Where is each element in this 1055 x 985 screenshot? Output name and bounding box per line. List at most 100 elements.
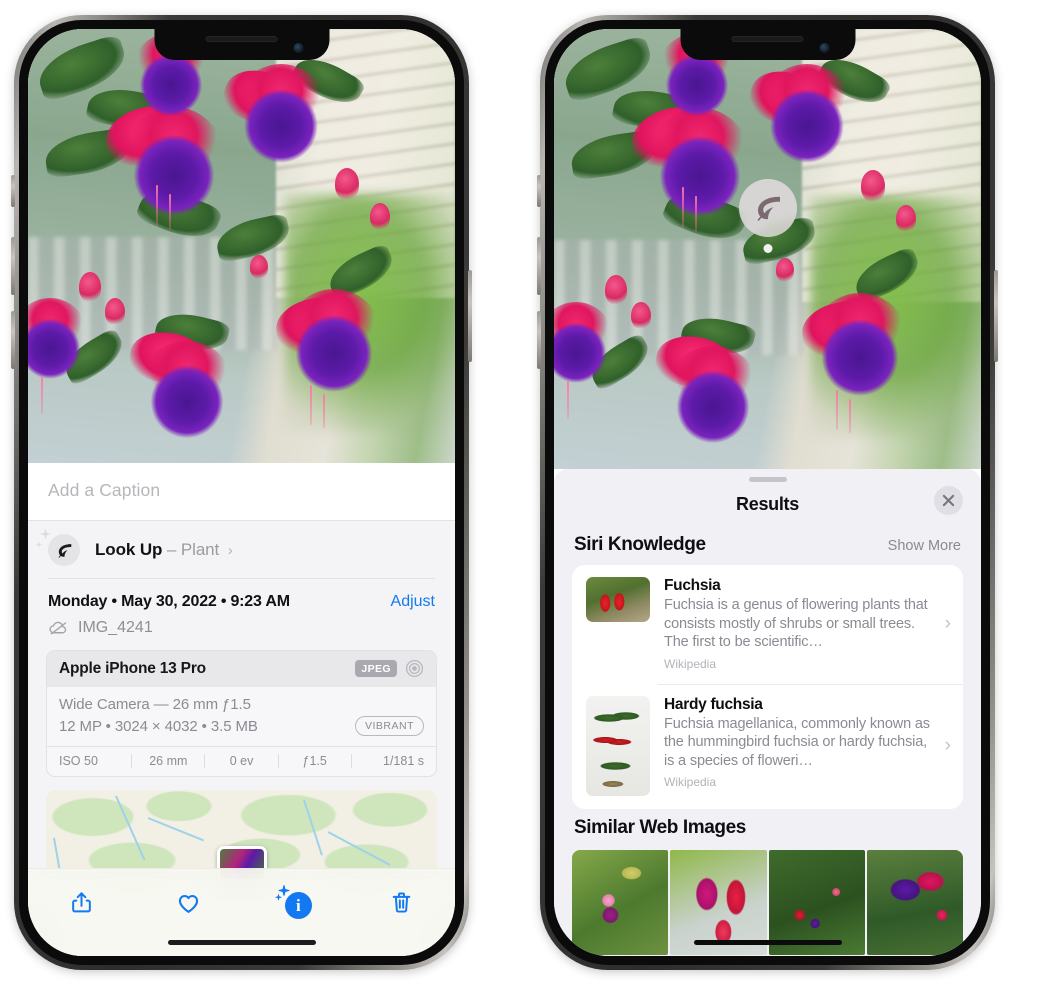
home-indicator-left[interactable] [167,940,316,945]
siri-knowledge-title: Siri Knowledge [574,534,706,555]
similar-web-images-header: Similar Web Images [554,809,981,848]
results-sheet: Results Siri Knowledge Show More Fuchsia… [554,469,981,956]
siri-knowledge-header: Siri Knowledge Show More [554,526,981,565]
exif-row: ISO 50 26 mm 0 ev ƒ1.5 1/181 s [47,746,436,776]
front-camera-icon [293,43,303,53]
knowledge-title: Hardy fuchsia [664,695,763,713]
iphone-left: Add a Caption Look Up – Plant › Monday •… [11,15,472,970]
date-row: Monday • May 30, 2022 • 9:23 AM Adjust [28,579,455,615]
similar-image-3[interactable] [768,849,865,955]
earpiece-speaker [205,36,278,42]
device-name: Apple iPhone 13 Pro [59,659,206,677]
power-button[interactable] [994,270,998,362]
color-profile-badge: VIBRANT [354,716,424,736]
similar-image-1[interactable] [572,849,669,955]
photo-viewer-left[interactable] [28,29,455,463]
favorite-button[interactable] [165,882,211,922]
sparkle-icon [40,528,51,540]
fuchsia-photo-art [28,29,455,463]
exif-focal: 26 mm [131,754,204,768]
sheet-header: Results [554,482,981,526]
iphone-right: Results Siri Knowledge Show More Fuchsia… [537,15,998,970]
hardy-fuchsia-thumbnail [586,695,650,796]
look-up-row[interactable]: Look Up – Plant › [28,521,455,579]
close-button[interactable] [934,486,963,515]
exif-exposure: 0 ev [204,754,277,768]
chevron-right-icon: › [944,612,951,634]
file-name: IMG_4241 [78,618,153,636]
volume-down-button[interactable] [537,311,541,369]
photo-viewer-right[interactable] [554,29,981,469]
lens-info: Wide Camera — 26 mm ƒ1.5 [59,696,251,713]
earpiece-speaker [731,36,804,42]
volume-down-button[interactable] [11,311,15,369]
size-info: 12 MP • 3024 × 4032 • 3.5 MB [59,717,258,735]
knowledge-description: Fuchsia magellanica, commonly known as t… [664,715,930,769]
look-up-separator: – [166,540,177,559]
front-camera-icon [819,43,829,53]
info-button[interactable]: i [272,882,318,922]
info-glyph: i [284,892,312,919]
photo-date: Monday • May 30, 2022 • 9:23 AM [48,593,290,610]
knowledge-source: Wikipedia [664,775,717,789]
power-button[interactable] [468,270,472,362]
file-row: IMG_4241 [28,615,455,650]
look-up-label: Look Up – Plant › [95,540,233,560]
look-up-icon-wrap [35,528,80,566]
location-map[interactable] [46,790,437,880]
silent-switch[interactable] [11,175,15,207]
sparkle-small-icon [35,541,43,548]
screen-right: Results Siri Knowledge Show More Fuchsia… [554,29,981,956]
heart-icon [178,894,198,913]
close-icon [942,494,955,507]
home-indicator-right[interactable] [693,940,842,945]
knowledge-description: Fuchsia is a genus of flowering plants t… [664,597,928,650]
notch-left [154,29,329,60]
aperture-icon [405,659,424,678]
list-item[interactable]: Fuchsia Fuchsia is a genus of flowering … [572,565,963,684]
visual-lookup-leaf-badge[interactable] [738,179,797,237]
similar-web-images-grid [554,849,981,955]
caption-row[interactable]: Add a Caption [28,463,455,521]
leaf-icon [757,196,780,221]
knowledge-source: Wikipedia [664,656,717,671]
similar-web-images-title: Similar Web Images [574,816,746,838]
adjust-button[interactable]: Adjust [391,593,435,611]
phone-bezel-left: Add a Caption Look Up – Plant › Monday •… [19,20,464,965]
look-up-title: Look Up [95,540,163,559]
fuchsia-thumbnail [586,577,650,622]
similar-image-2[interactable] [670,849,767,955]
metadata-body: Wide Camera — 26 mm ƒ1.5 12 MP • 3024 × … [47,687,436,746]
share-icon [72,891,91,912]
cloud-slash-icon [49,621,67,635]
look-up-subject: Plant [180,540,220,559]
exif-aperture: ƒ1.5 [277,754,351,768]
sheet-title: Results [736,493,799,514]
screen-left: Add a Caption Look Up – Plant › Monday •… [28,29,455,956]
info-sparkle-icon: i [275,885,312,919]
chevron-right-icon: › [227,542,233,559]
similar-image-4[interactable] [866,849,963,955]
trash-icon [392,892,411,913]
show-more-button[interactable]: Show More [888,538,961,554]
camera-metadata-card: Apple iPhone 13 Pro JPEG Wide Camera — 2… [46,650,437,777]
chevron-right-icon: › [944,734,951,756]
leaf-icon [48,534,80,566]
delete-button[interactable] [379,882,425,922]
silent-switch[interactable] [537,175,541,207]
phone-bezel-right: Results Siri Knowledge Show More Fuchsia… [545,20,990,965]
caption-input[interactable]: Add a Caption [48,480,435,501]
knowledge-title: Fuchsia [664,577,721,594]
metadata-header: Apple iPhone 13 Pro JPEG [47,651,436,687]
volume-up-button[interactable] [537,237,541,295]
format-badge: JPEG [355,660,397,677]
volume-up-button[interactable] [11,237,15,295]
screenshot-stage: Add a Caption Look Up – Plant › Monday •… [0,0,1055,985]
exif-iso: ISO 50 [59,754,98,768]
notch-right [680,29,855,60]
exif-shutter: 1/181 s [350,754,424,768]
siri-knowledge-card: Fuchsia Fuchsia is a genus of flowering … [572,565,963,809]
photo-info-panel: Add a Caption Look Up – Plant › Monday •… [28,463,455,956]
list-item[interactable]: Hardy fuchsia Fuchsia magellanica, commo… [572,683,963,809]
share-button[interactable] [58,882,104,922]
